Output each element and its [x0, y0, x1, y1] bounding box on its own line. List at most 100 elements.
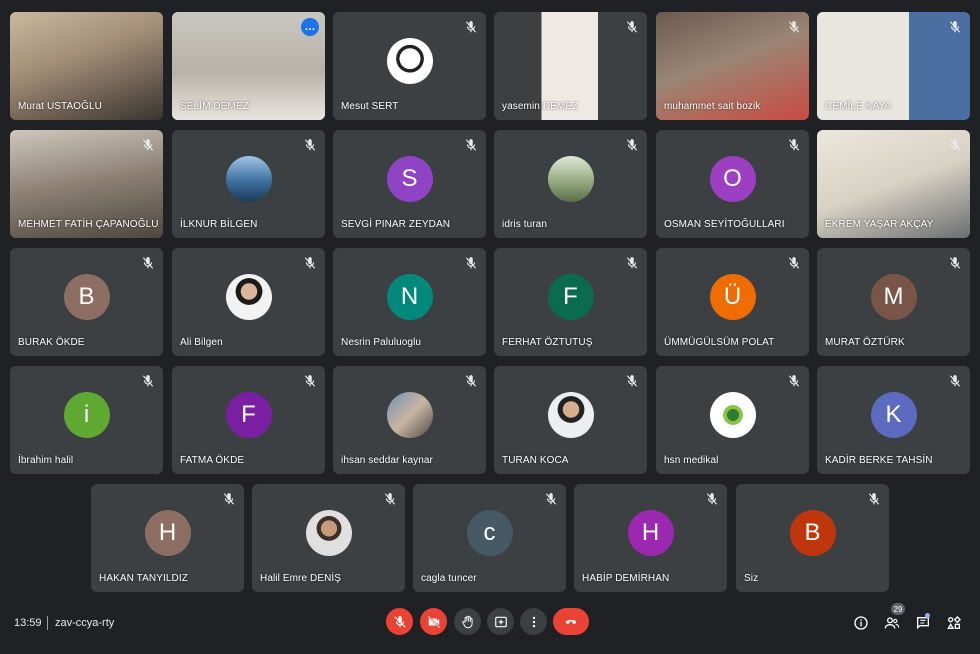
participant-name: Ali Bilgen [180, 337, 223, 348]
participant-tile[interactable]: TURAN KOCA [494, 366, 647, 474]
toggle-mic-button[interactable] [386, 608, 413, 635]
participant-name: Murat USTAOĞLU [18, 101, 103, 112]
mic-off-icon [787, 256, 801, 270]
activities-button[interactable] [945, 614, 963, 632]
participant-tile[interactable]: F FATMA ÖKDE [172, 366, 325, 474]
participant-avatar: S [386, 156, 433, 202]
meeting-details-button[interactable] [852, 614, 870, 632]
participant-tile[interactable]: idris turan [494, 130, 647, 238]
participant-tile[interactable]: EKREM YAŞAR AKÇAY [817, 130, 970, 238]
participant-tile[interactable]: B Siz [736, 484, 889, 592]
participant-tile[interactable]: M MURAT ÖZTÜRK [817, 248, 970, 356]
mic-off-icon [787, 20, 801, 34]
bottom-toolbar: 13:59 zav-ccya-rty [0, 600, 980, 654]
participant-tile[interactable]: F FERHAT ÖZTUTUŞ [494, 248, 647, 356]
participant-avatar-photo [709, 392, 756, 438]
participant-tile[interactable]: hsn medikal [656, 366, 809, 474]
participant-tile[interactable]: B BURAK ÖKDE [10, 248, 163, 356]
participant-name: Halil Emre DENİŞ [260, 573, 342, 584]
participant-name: ihsan seddar kaynar [341, 455, 433, 466]
participant-tile[interactable]: K KADİR BERKE TAHSİN [817, 366, 970, 474]
participant-tile[interactable]: Mesut SERT [333, 12, 486, 120]
participant-name: MURAT ÖZTÜRK [825, 337, 905, 348]
mic-off-icon [303, 374, 317, 388]
present-screen-icon [494, 616, 507, 627]
mic-off-icon [544, 492, 558, 506]
raise-hand-icon [461, 615, 473, 628]
participant-count-badge: 29 [891, 603, 905, 615]
participant-name: SELİM DEMEZ [180, 101, 249, 112]
participant-name: FATMA ÖKDE [180, 455, 245, 466]
participant-tile[interactable]: i İbrahim halil [10, 366, 163, 474]
participant-name: Mesut SERT [341, 101, 399, 112]
participant-tile[interactable]: c cagla tuncer [413, 484, 566, 592]
participant-name: ÜMMÜGÜLSÜM POLAT [664, 337, 775, 348]
participant-avatar-photo [386, 38, 433, 84]
participant-avatar-photo [305, 510, 352, 556]
participant-name: cagla tuncer [421, 573, 477, 584]
participant-avatar-photo [225, 274, 272, 320]
mic-off-icon [948, 256, 962, 270]
participant-avatar-photo [547, 156, 594, 202]
participant-avatar: N [386, 274, 433, 320]
participant-avatar: O [709, 156, 756, 202]
mic-off-icon [625, 20, 639, 34]
participant-name: MEHMET FATİH ÇAPANOĞLU [18, 219, 159, 230]
people-icon [884, 617, 900, 629]
leave-call-button[interactable] [553, 608, 589, 635]
participant-name: Nesrin Paluluoglu [341, 337, 422, 348]
call-end-icon [565, 619, 577, 624]
more-options-icon[interactable]: … [301, 18, 319, 36]
info-icon [854, 616, 868, 630]
videocam-off-icon [427, 615, 440, 628]
present-now-button[interactable] [487, 608, 514, 635]
participant-tile[interactable]: Halil Emre DENİŞ [252, 484, 405, 592]
show-everyone-button[interactable] [883, 614, 901, 632]
mic-off-icon [867, 492, 881, 506]
mic-off-icon [625, 374, 639, 388]
participant-name: CEMİLE KAYA [825, 101, 892, 112]
mic-off-icon [141, 256, 155, 270]
toggle-camera-button[interactable] [420, 608, 447, 635]
participant-avatar: H [144, 510, 191, 556]
mic-off-icon [464, 256, 478, 270]
participant-tile[interactable]: S SEVGİ PINAR ZEYDAN [333, 130, 486, 238]
participant-avatar: F [547, 274, 594, 320]
more-options-button[interactable] [520, 608, 547, 635]
participant-tile[interactable]: N Nesrin Paluluoglu [333, 248, 486, 356]
participant-tile[interactable]: H HAKAN TANYILDIZ [91, 484, 244, 592]
participant-tile[interactable]: O OSMAN SEYİTOĞULLARI [656, 130, 809, 238]
mic-off-icon [464, 374, 478, 388]
participant-tile[interactable]: SELİM DEMEZ … [172, 12, 325, 120]
activities-icon [947, 616, 961, 629]
participant-name: yasemin DEMEZ [502, 101, 579, 112]
participant-avatar: i [63, 392, 110, 438]
mic-off-icon [393, 615, 406, 628]
mic-off-icon [787, 374, 801, 388]
participant-tile[interactable]: İLKNUR BİLGEN [172, 130, 325, 238]
participant-tile[interactable]: ihsan seddar kaynar [333, 366, 486, 474]
raise-hand-button[interactable] [454, 608, 481, 635]
participant-tile[interactable]: Murat USTAOĞLU [10, 12, 163, 120]
participant-tile[interactable]: H HABİP DEMİRHAN [574, 484, 727, 592]
participant-tile[interactable]: Ali Bilgen [172, 248, 325, 356]
participant-avatar-photo [225, 156, 272, 202]
participant-avatar-photo [386, 392, 433, 438]
mic-off-icon [948, 138, 962, 152]
participant-tile[interactable]: Ü ÜMMÜGÜLSÜM POLAT [656, 248, 809, 356]
participant-name: OSMAN SEYİTOĞULLARI [664, 219, 785, 230]
participant-name: muhammet sait bozik [664, 101, 761, 112]
participant-avatar: F [225, 392, 272, 438]
participant-tile[interactable]: CEMİLE KAYA [817, 12, 970, 120]
participant-name: FERHAT ÖZTUTUŞ [502, 337, 593, 348]
participant-tile[interactable]: yasemin DEMEZ [494, 12, 647, 120]
participant-name: KADİR BERKE TAHSİN [825, 455, 933, 466]
participant-tile[interactable]: MEHMET FATİH ÇAPANOĞLU [10, 130, 163, 238]
participant-avatar: c [466, 510, 513, 556]
participant-tile[interactable]: muhammet sait bozik [656, 12, 809, 120]
mic-off-icon [303, 256, 317, 270]
mic-off-icon [141, 374, 155, 388]
mic-off-icon [625, 256, 639, 270]
mic-off-icon [948, 374, 962, 388]
mic-off-icon [383, 492, 397, 506]
